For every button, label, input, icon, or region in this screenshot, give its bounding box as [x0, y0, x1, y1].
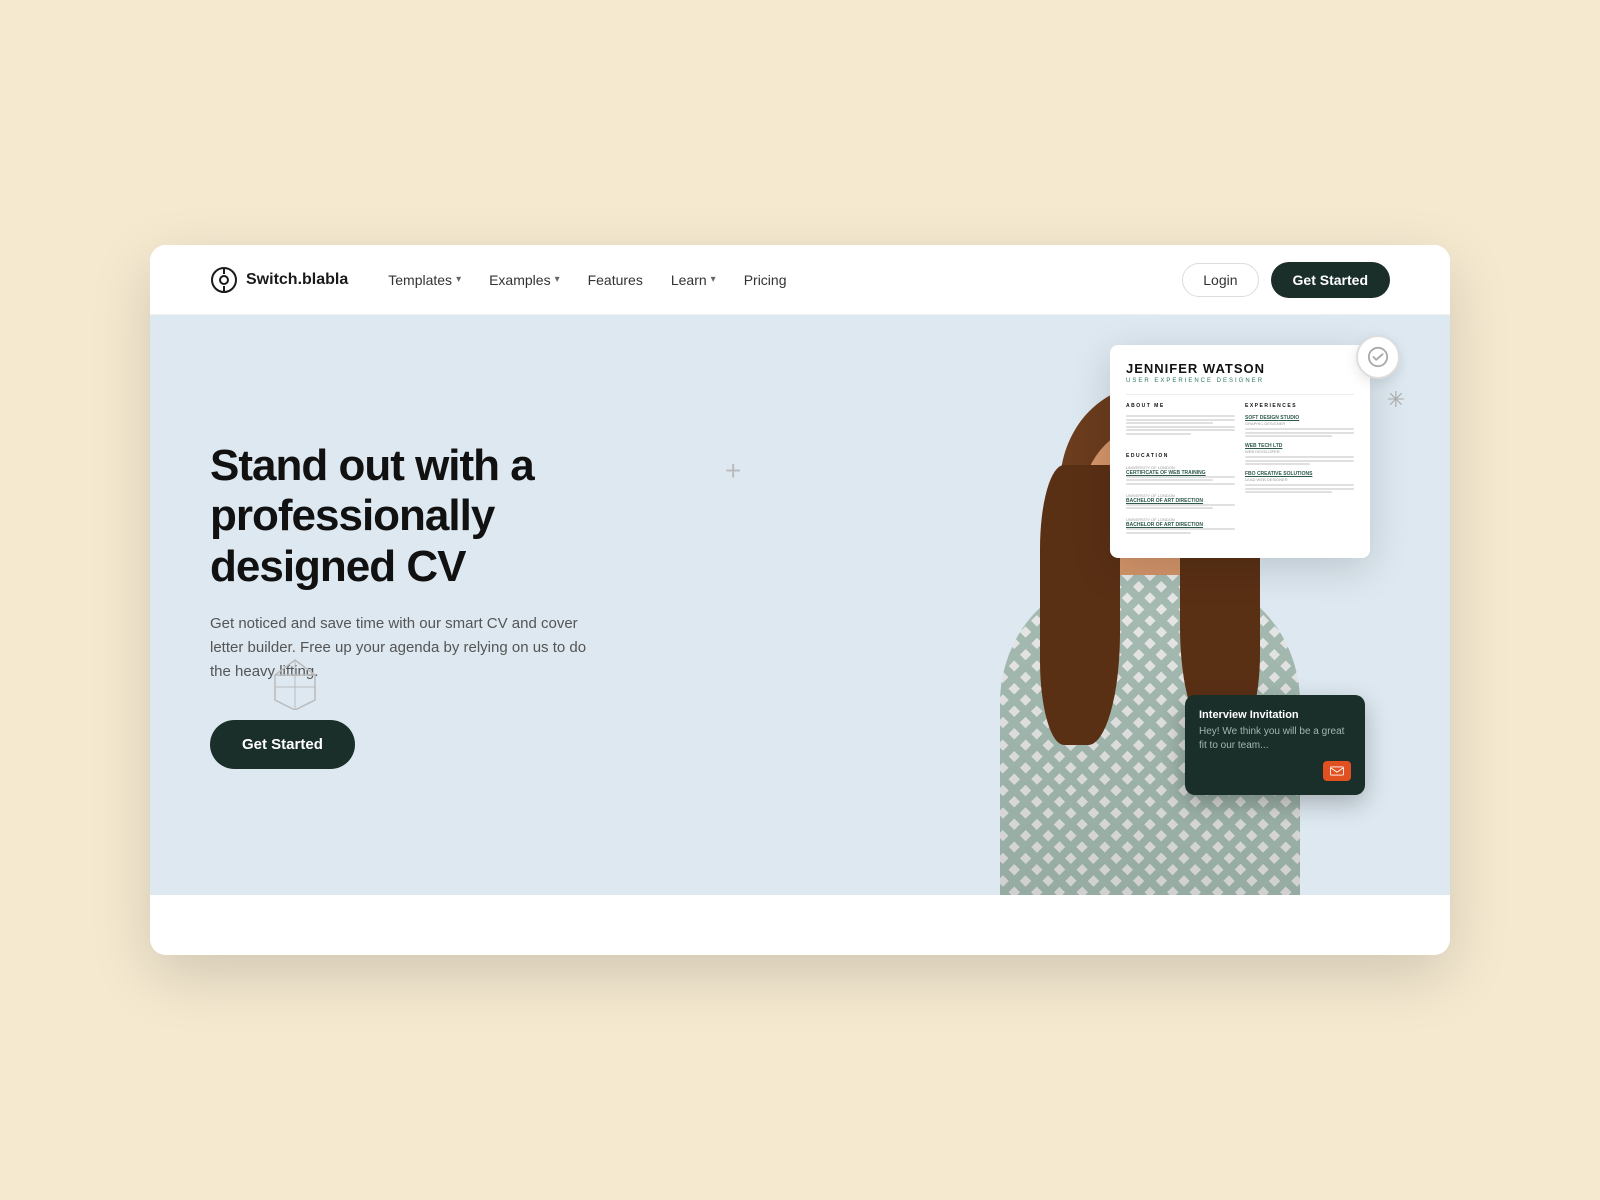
cv-line	[1126, 479, 1213, 481]
hero-right: JENNIFER WATSON USER EXPERIENCE DESIGNER…	[605, 315, 1450, 895]
hero-subtitle: Get noticed and save time with our smart…	[210, 612, 590, 684]
cv-edu-entry-2: UNIVERSITY OF LONDON BACHELOR OF ART DIR…	[1126, 493, 1235, 510]
envelope-svg	[1330, 764, 1344, 778]
cv-exp-entry-3: FBO CREATIVE SOLUTIONS LEAD WEB DESIGNER	[1245, 471, 1354, 493]
cv-edu-lines	[1126, 476, 1235, 485]
nav-item-templates[interactable]: Templates ▾	[388, 272, 461, 288]
navbar: Switch.blabla Templates ▾ Examples ▾ Fea…	[150, 245, 1450, 315]
hero-title: Stand out with a professionally designed…	[210, 441, 590, 593]
cv-line	[1126, 483, 1235, 485]
cv-line	[1126, 426, 1235, 428]
hair-left	[1040, 465, 1120, 745]
cv-about-col: ABOUT ME EDUCATION UNIVERSITY OF	[1126, 403, 1235, 542]
cv-exp-col: EXPERIENCES SOFT DESIGN STUDIO GRAPHIC D…	[1245, 403, 1354, 542]
cv-exp-entry-1: SOFT DESIGN STUDIO GRAPHIC DESIGNER	[1245, 415, 1354, 437]
logo-text: Switch.blabla	[246, 271, 348, 289]
cv-line	[1126, 433, 1191, 435]
cv-line	[1126, 504, 1235, 506]
cv-edu-lines	[1126, 504, 1235, 510]
cv-line	[1126, 422, 1213, 424]
cv-line	[1126, 532, 1191, 534]
cv-exp-date: GRAPHIC DESIGNER	[1245, 421, 1354, 426]
cv-about-lines	[1126, 415, 1235, 435]
hero-section: Stand out with a professionally designed…	[150, 315, 1450, 895]
nav-menu: Templates ▾ Examples ▾ Features Learn ▾ …	[388, 272, 786, 288]
check-badge	[1356, 335, 1400, 379]
nav-item-learn[interactable]: Learn ▾	[671, 272, 716, 288]
get-started-nav-button[interactable]: Get Started	[1271, 262, 1390, 298]
check-icon	[1367, 346, 1389, 368]
cv-exp-date: WEB DEVELOPER	[1245, 449, 1354, 454]
cv-line	[1126, 476, 1235, 478]
cv-card: JENNIFER WATSON USER EXPERIENCE DESIGNER…	[1110, 345, 1370, 558]
cv-exp-lines	[1245, 456, 1354, 465]
cv-line	[1126, 507, 1213, 509]
cv-line	[1126, 528, 1235, 530]
nav-item-features[interactable]: Features	[588, 272, 643, 288]
cv-exp-title: EXPERIENCES	[1245, 403, 1354, 409]
browser-window: Switch.blabla Templates ▾ Examples ▾ Fea…	[150, 245, 1450, 955]
basket-decoration	[270, 655, 320, 715]
cv-columns: ABOUT ME EDUCATION UNIVERSITY OF	[1126, 403, 1354, 542]
cv-line	[1245, 491, 1332, 493]
interview-card-text: Hey! We think you will be a great fit to…	[1199, 725, 1351, 753]
chevron-down-icon: ▾	[711, 274, 716, 285]
cv-line	[1126, 429, 1235, 431]
cv-about-title: ABOUT ME	[1126, 403, 1235, 409]
cv-line	[1126, 415, 1235, 417]
cv-line	[1126, 419, 1235, 421]
nav-left: Switch.blabla Templates ▾ Examples ▾ Fea…	[210, 266, 786, 294]
cv-line	[1245, 428, 1354, 430]
bottom-bar	[150, 895, 1450, 955]
basket-svg	[270, 655, 320, 710]
cv-line	[1245, 432, 1354, 434]
cv-divider	[1126, 394, 1354, 395]
nav-item-pricing[interactable]: Pricing	[744, 272, 787, 288]
cv-line	[1245, 484, 1354, 486]
cv-edu-title: EDUCATION	[1126, 453, 1235, 459]
cv-exp-entry-2: WEB TECH LTD WEB DEVELOPER	[1245, 443, 1354, 465]
nav-item-examples[interactable]: Examples ▾	[489, 272, 560, 288]
get-started-hero-button[interactable]: Get Started	[210, 720, 355, 769]
cv-exp-date: LEAD WEB DESIGNER	[1245, 477, 1354, 482]
cv-edu-entry-3: UNIVERSITY OF LONDON BACHELOR OF ART DIR…	[1126, 517, 1235, 534]
chevron-down-icon: ▾	[456, 274, 461, 285]
asterisk-decoration: ✳	[1387, 387, 1405, 413]
cv-exp-lines	[1245, 484, 1354, 493]
cv-name: JENNIFER WATSON	[1126, 361, 1354, 376]
cv-edu-lines	[1126, 528, 1235, 534]
cv-job-title: USER EXPERIENCE DESIGNER	[1126, 378, 1354, 384]
cv-edu-entry-1: UNIVERSITY OF LONDON CERTIFICATE OF WEB …	[1126, 465, 1235, 485]
cv-line	[1245, 488, 1354, 490]
nav-right: Login Get Started	[1182, 262, 1390, 298]
plus-decoration: +	[725, 455, 741, 487]
cv-exp-lines	[1245, 428, 1354, 437]
cv-line	[1245, 435, 1332, 437]
cv-line	[1245, 456, 1354, 458]
email-icon	[1323, 761, 1351, 781]
interview-card: Interview Invitation Hey! We think you w…	[1185, 695, 1365, 795]
login-button[interactable]: Login	[1182, 263, 1258, 297]
interview-card-title: Interview Invitation	[1199, 709, 1351, 721]
cv-line	[1245, 460, 1354, 462]
chevron-down-icon: ▾	[555, 274, 560, 285]
cv-line	[1245, 463, 1310, 465]
hero-content: Stand out with a professionally designed…	[150, 381, 650, 830]
logo[interactable]: Switch.blabla	[210, 266, 348, 294]
